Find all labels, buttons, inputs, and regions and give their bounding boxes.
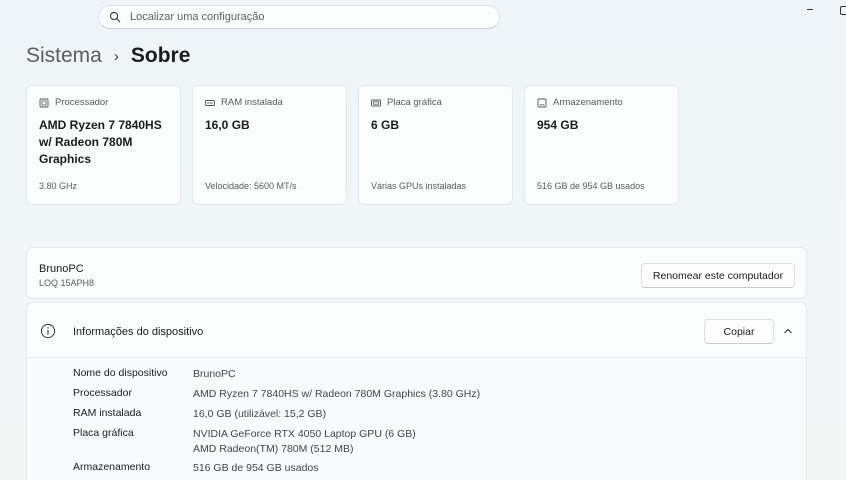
spec-row-gpu: Placa gráfica NVIDIA GeForce RTX 4050 La… — [73, 427, 416, 457]
device-info-panel: Informações do dispositivo Copiar Nome d… — [26, 302, 807, 480]
spec-row-device-name: Nome do dispositivo BrunoPC — [73, 367, 236, 382]
gpu-icon — [371, 99, 381, 106]
gpu-card: Placa gráfica 6 GB Várias GPUs instalada… — [358, 85, 513, 205]
spec-value: 16,0 GB (utilizável: 15,2 GB) — [193, 408, 327, 420]
search-icon — [109, 11, 121, 23]
pc-model: LOQ 15APH8 — [39, 278, 95, 288]
spec-value-secondary: AMD Radeon(TM) 780M (512 MB) — [193, 443, 354, 455]
spec-value: BrunoPC — [193, 368, 236, 380]
pc-name: BrunoPC — [39, 263, 84, 275]
card-value: 16,0 GB — [205, 118, 250, 132]
card-sub: 3.80 GHz — [39, 181, 78, 191]
search-input[interactable] — [130, 11, 470, 23]
breadcrumb-separator: › — [113, 47, 119, 65]
breadcrumb: Sistema › Sobre — [26, 44, 190, 68]
spec-value: AMD Ryzen 7 7840HS w/ Radeon 780M Graphi… — [193, 388, 481, 400]
copy-button[interactable]: Copiar — [704, 319, 774, 344]
device-info-title: Informações do dispositivo — [73, 326, 204, 338]
chevron-up-icon[interactable] — [782, 325, 794, 337]
ram-icon — [205, 99, 215, 106]
card-label: Armazenamento — [553, 97, 623, 108]
card-sub: Velocidade: 5600 MT/s — [205, 181, 297, 191]
spec-row-processor: Processador AMD Ryzen 7 7840HS w/ Radeon… — [73, 387, 480, 402]
minimize-button[interactable] — [806, 4, 816, 14]
spec-label: Processador — [73, 387, 132, 399]
page-title: Sobre — [130, 44, 191, 67]
spec-label: RAM instalada — [73, 407, 142, 419]
info-icon — [40, 323, 56, 339]
storage-icon — [537, 98, 547, 107]
spec-value: NVIDIA GeForce RTX 4050 Laptop GPU (6 GB… — [193, 428, 416, 440]
rename-pc-button[interactable]: Renomear este computador — [641, 263, 795, 288]
spec-row-ram: RAM instalada 16,0 GB (utilizável: 15,2 … — [73, 407, 326, 422]
maximize-button[interactable] — [838, 4, 846, 16]
storage-card: Armazenamento 954 GB 516 GB de 954 GB us… — [524, 85, 679, 205]
device-info-header[interactable]: Informações do dispositivo Copiar — [27, 303, 806, 358]
spec-row-storage: Armazenamento 516 GB de 954 GB usados — [73, 461, 319, 476]
processor-card: Processador AMD Ryzen 7 7840HS w/ Radeon… — [26, 85, 181, 205]
search-box[interactable] — [98, 5, 500, 29]
card-value: AMD Ryzen 7 7840HS w/ Radeon 780M Graphi… — [39, 118, 162, 166]
card-label: RAM instalada — [221, 97, 283, 108]
card-value: 954 GB — [537, 118, 579, 132]
card-label: Placa gráfica — [387, 97, 442, 108]
card-value: 6 GB — [371, 118, 400, 132]
breadcrumb-parent[interactable]: Sistema — [26, 44, 102, 68]
card-sub: Várias GPUs instaladas — [371, 181, 467, 191]
card-label: Processador — [55, 97, 109, 108]
card-sub: 516 GB de 954 GB usados — [537, 181, 645, 191]
pc-name-panel: BrunoPC LOQ 15APH8 Renomear este computa… — [26, 247, 807, 299]
spec-label: Nome do dispositivo — [73, 367, 168, 379]
spec-label: Placa gráfica — [73, 427, 134, 439]
ram-card: RAM instalada 16,0 GB Velocidade: 5600 M… — [192, 85, 347, 205]
processor-icon — [39, 98, 49, 107]
spec-label: Armazenamento — [73, 461, 151, 473]
spec-value: 516 GB de 954 GB usados — [193, 462, 319, 474]
